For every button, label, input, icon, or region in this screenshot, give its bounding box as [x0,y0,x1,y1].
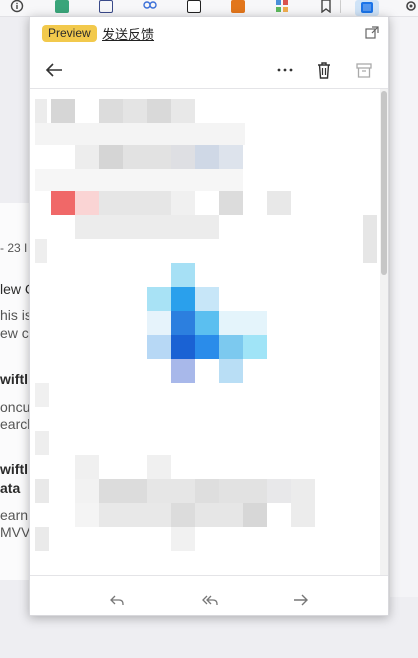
forward-icon[interactable] [290,589,312,611]
pixel-block [35,99,47,123]
bg-text-10: earn [0,507,29,523]
pixel-block [75,479,99,503]
pixel-block [195,503,243,527]
pixel-block [219,479,267,503]
pixel-block [123,145,171,169]
pixel-block [243,335,267,359]
pixel-block [171,527,195,551]
reply-icon[interactable] [106,589,128,611]
pixel-block [195,287,219,311]
bg-text-5: wiftl [0,371,28,387]
pixel-block [195,311,219,335]
pixel-block [171,287,195,311]
bg-text-3: his is [0,307,32,323]
pixel-block [243,503,267,527]
pixel-block [219,311,267,335]
pixel-block [35,479,49,503]
pixel-block [291,479,315,503]
pixel-block [35,123,245,145]
pixel-block [75,191,99,215]
pixel-block [219,191,243,215]
pixel-block [219,335,243,359]
owl-icon[interactable] [143,0,157,13]
divider-icon [340,0,341,13]
send-feedback-link[interactable]: 发送反馈 [102,24,154,43]
pixel-block [171,99,195,123]
pixel-block [195,335,219,359]
pixel-block [171,359,195,383]
preview-badge: Preview [42,25,97,42]
pixel-block [99,503,171,527]
pixel-block [75,215,219,239]
pixel-block [147,479,195,503]
pixel-block [195,479,219,503]
pixel-block [171,503,195,527]
scrollbar-thumb[interactable] [381,91,387,275]
bookmark-icon[interactable] [319,0,333,14]
pixel-block [171,335,195,359]
pixel-block [35,169,243,191]
pixel-block [171,145,195,169]
archive-icon[interactable] [353,59,375,81]
more-options-icon[interactable] [274,59,296,81]
extension-s-icon[interactable] [55,0,69,13]
bg-text-9: ata [0,480,21,496]
mail-preview-popup: Preview 发送反馈 [29,16,389,616]
gear-icon[interactable] [404,0,418,13]
back-arrow-icon[interactable] [43,59,65,81]
pixel-block [219,359,243,383]
pixel-block [267,191,291,215]
pixel-block [99,191,171,215]
info-icon[interactable] [10,0,24,13]
pixel-block [147,335,171,359]
browser-toolbar [0,0,418,17]
bg-text-1: - 23 I [0,241,28,255]
pop-out-icon[interactable] [365,26,379,40]
delete-icon[interactable] [313,59,335,81]
background-right-strip [390,17,418,597]
pixel-block [219,145,243,169]
bg-text-4: ew c [0,325,29,341]
pixel-block [99,99,123,123]
pixel-block [123,99,147,123]
pixel-block [35,431,49,455]
grid-icon[interactable] [275,0,289,13]
footer-divider [30,575,388,576]
pixel-block [171,191,195,215]
pixel-block [267,479,291,503]
pixel-block [147,99,171,123]
document-icon[interactable] [99,0,113,13]
reply-all-icon[interactable] [199,589,221,611]
pixel-block [171,263,195,287]
pixel-block [363,215,377,263]
pixel-block [75,145,99,169]
outlook-icon[interactable] [355,0,379,16]
pixel-block [147,455,171,479]
pixel-block [51,191,75,215]
fox-icon[interactable] [231,0,245,13]
bg-text-8: wiftl [0,461,28,477]
pixel-block [99,479,147,503]
pixel-block [171,311,195,335]
pixel-block [35,527,49,551]
bg-text-6: oncu [0,399,31,415]
pixel-block [51,99,75,123]
notion-icon[interactable] [187,0,201,13]
pixel-block [35,239,47,263]
pixel-block [75,503,99,527]
email-body-pixelated [30,89,388,575]
pixel-block [195,145,219,169]
pixel-block [147,287,171,311]
pixel-block [35,383,49,407]
pixel-block [75,455,99,479]
pixel-block [99,145,123,169]
pixel-block [291,503,315,527]
pixel-block [147,311,171,335]
